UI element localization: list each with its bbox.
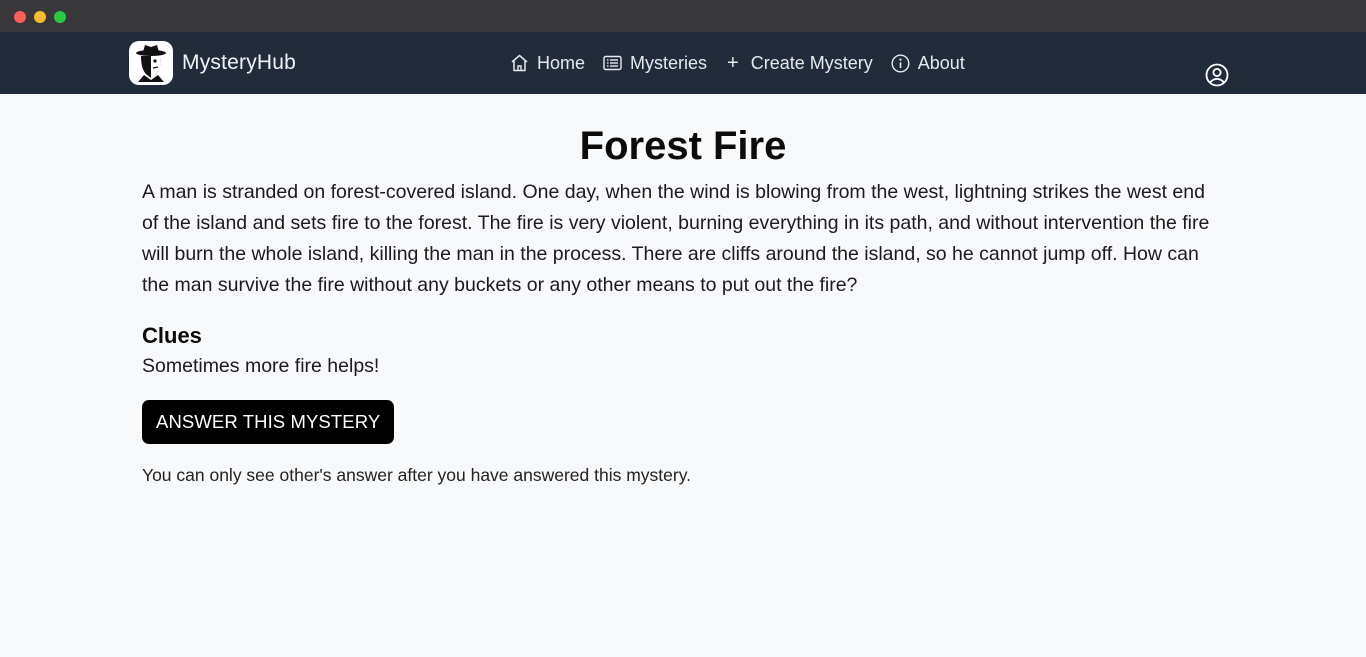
brand-name: MysteryHub bbox=[182, 51, 297, 74]
user-account-button[interactable] bbox=[1205, 63, 1229, 87]
mystery-detail: Forest Fire A man is stranded on forest-… bbox=[142, 94, 1224, 486]
nav-link-label: About bbox=[917, 52, 965, 73]
nav-link-label: Home bbox=[537, 52, 586, 73]
user-circle-icon bbox=[1205, 63, 1229, 87]
detective-logo-icon bbox=[129, 41, 173, 85]
clues-heading: Clues bbox=[142, 323, 202, 348]
plus-icon: + bbox=[727, 52, 739, 74]
nav-link-label: Mysteries bbox=[630, 52, 708, 73]
navbar: MysteryHub Home Mysteries + Create Myste… bbox=[0, 32, 1366, 94]
window-titlebar bbox=[0, 0, 1366, 32]
nav-link-mysteries[interactable]: Mysteries bbox=[603, 53, 707, 74]
clue-text: Sometimes more fire helps! bbox=[142, 355, 380, 377]
info-icon bbox=[891, 53, 910, 73]
nav-link-create-mystery[interactable]: + Create Mystery bbox=[725, 53, 873, 74]
maximize-window-button[interactable] bbox=[54, 11, 66, 23]
list-icon bbox=[603, 55, 622, 71]
home-icon bbox=[511, 54, 528, 72]
mystery-description: A man is stranded on forest-covered isla… bbox=[142, 181, 1210, 296]
nav-link-about[interactable]: About bbox=[891, 53, 965, 74]
mystery-title: Forest Fire bbox=[579, 124, 787, 168]
close-window-button[interactable] bbox=[14, 11, 26, 23]
brand-link[interactable]: MysteryHub bbox=[129, 41, 296, 85]
nav-link-home[interactable]: Home bbox=[510, 53, 585, 74]
minimize-window-button[interactable] bbox=[34, 11, 46, 23]
nav-links: Home Mysteries + Create Mystery About bbox=[510, 32, 983, 94]
answer-mystery-button[interactable]: ANSWER THIS MYSTERY bbox=[142, 400, 395, 444]
answer-visibility-note: You can only see other's answer after yo… bbox=[142, 465, 692, 485]
nav-link-label: Create Mystery bbox=[750, 52, 873, 73]
